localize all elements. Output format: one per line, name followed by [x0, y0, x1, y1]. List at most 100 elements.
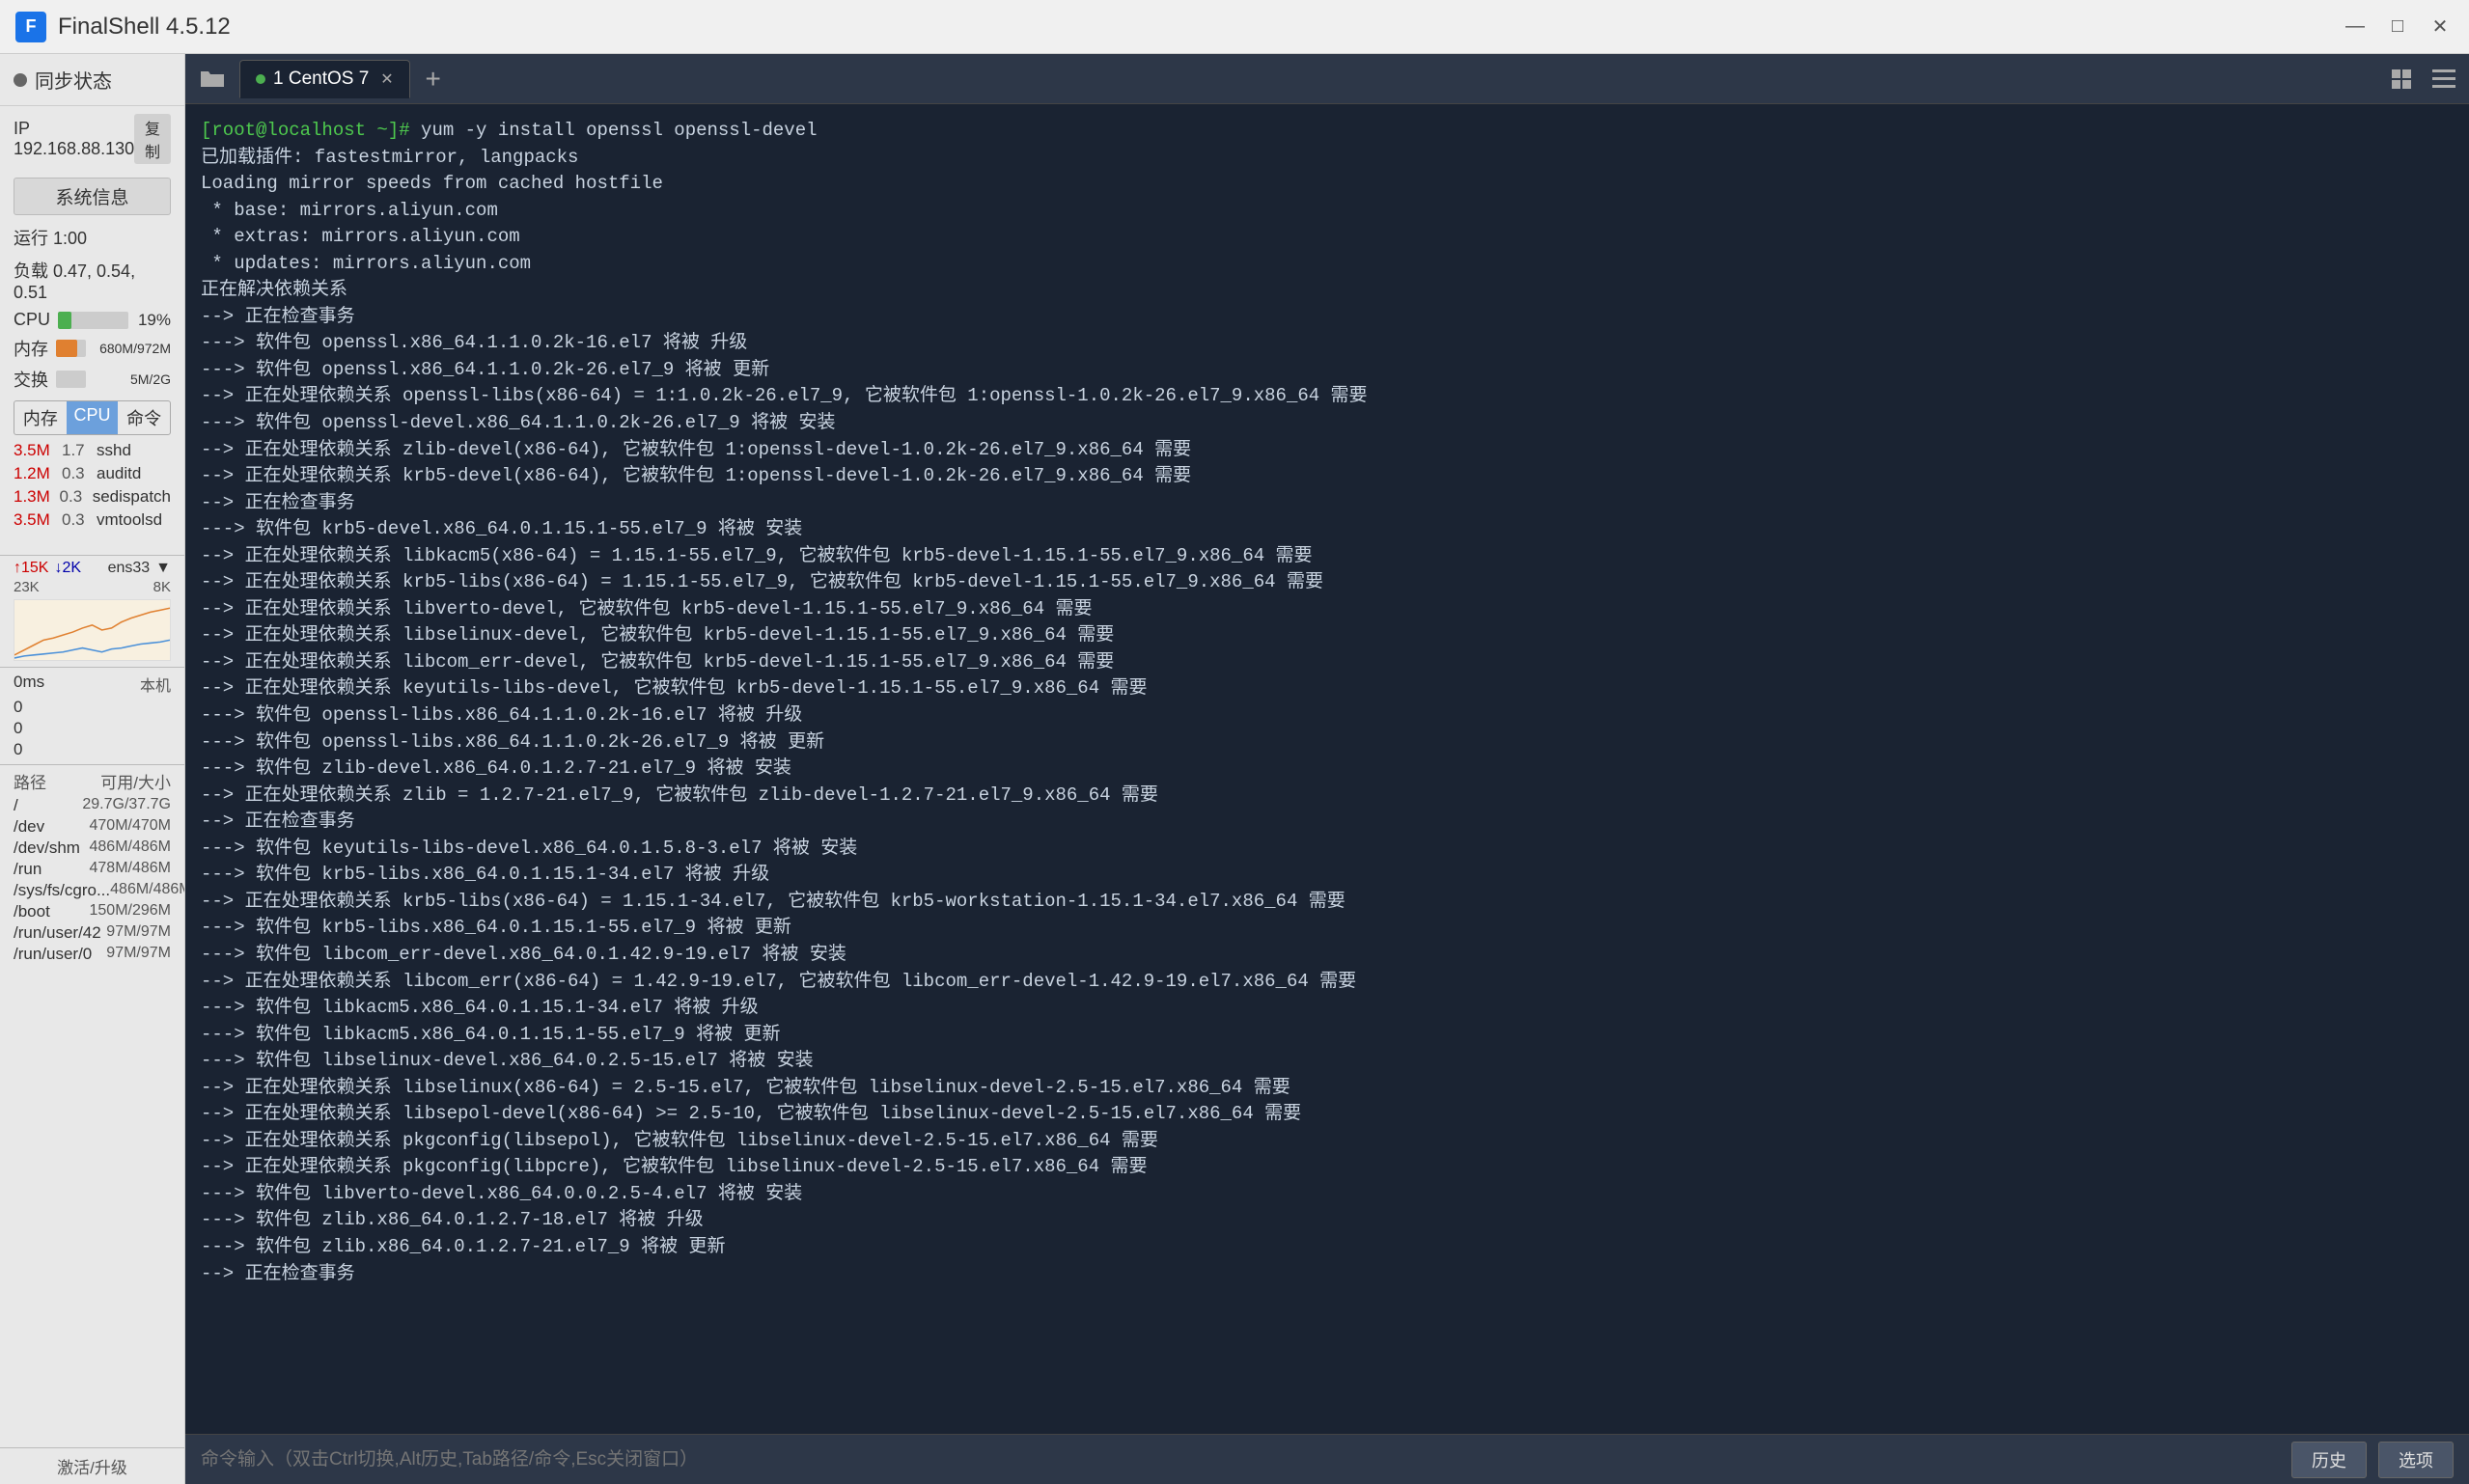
cpu-progress-fill: [58, 312, 71, 329]
memory-progress-fill: [56, 340, 77, 357]
tab-bar: 1 CentOS 7 ✕ +: [185, 54, 2469, 104]
new-tab-button[interactable]: +: [416, 62, 451, 96]
disk-path: /boot: [14, 902, 90, 921]
terminal-line: ---> 软件包 krb5-devel.x86_64.0.1.15.1-55.e…: [201, 518, 802, 539]
terminal-line: ---> 软件包 zlib.x86_64.0.1.2.7-21.el7_9 将被…: [201, 1236, 725, 1257]
disk-section: 路径 可用/大小 / 29.7G/37.7G /dev 470M/470M /d…: [0, 764, 184, 1447]
tab-bar-right: [2384, 62, 2461, 96]
terminal-line: ---> 软件包 openssl-libs.x86_64.1.1.0.2k-16…: [201, 704, 802, 726]
latency-tag: 本机: [140, 673, 171, 696]
net-iface-name: ens33: [108, 560, 151, 577]
terminal-line: --> 正在处理依赖关系 libkacm5(x86-64) = 1.15.1-5…: [201, 545, 1313, 566]
network-header: ↑15K ↓2K ens33 ▼: [14, 560, 171, 577]
terminal-line: * base: mirrors.aliyun.com: [201, 200, 498, 221]
sync-dot: [14, 73, 27, 87]
close-button[interactable]: ✕: [2427, 14, 2454, 41]
disk-size: 478M/486M: [90, 860, 172, 879]
tab-command[interactable]: 命令: [118, 401, 170, 434]
net-max: 23K: [14, 579, 40, 595]
terminal-line: ---> 软件包 openssl.x86_64.1.1.0.2k-16.el7 …: [201, 332, 747, 353]
terminal-line: --> 正在处理依赖关系 krb5-libs(x86-64) = 1.15.1-…: [201, 891, 1345, 912]
minimize-button[interactable]: —: [2342, 14, 2369, 41]
disk-item: /dev/shm 486M/486M: [14, 838, 171, 859]
proc-cpu: 0.3: [62, 510, 97, 530]
bottom-bar: 历史 选项: [185, 1434, 2469, 1484]
terminal-line: --> 正在检查事务: [201, 492, 355, 513]
command-input[interactable]: [201, 1449, 2280, 1470]
disk-item: / 29.7G/37.7G: [14, 795, 171, 816]
terminal-line: --> 正在处理依赖关系 libsepol-devel(x86-64) >= 2…: [201, 1103, 1301, 1124]
right-panel: 1 CentOS 7 ✕ + [ro: [185, 54, 2469, 1484]
terminal-line: ---> 软件包 openssl.x86_64.1.1.0.2k-26.el7_…: [201, 359, 769, 380]
disk-size: 29.7G/37.7G: [82, 796, 171, 815]
terminal-line: ---> 软件包 zlib.x86_64.0.1.2.7-18.el7 将被 升…: [201, 1209, 704, 1230]
disk-path: /run/user/42: [14, 923, 106, 943]
terminal[interactable]: [root@localhost ~]# yum -y install opens…: [185, 104, 2469, 1434]
sidebar-bottom[interactable]: 激活/升级: [0, 1447, 184, 1484]
main-layout: 同步状态 IP 192.168.88.130 复制 系统信息 运行 1:00 负…: [0, 54, 2469, 1484]
titlebar: F FinalShell 4.5.12 — □ ✕: [0, 0, 2469, 54]
maximize-button[interactable]: □: [2384, 14, 2411, 41]
terminal-line: ---> 软件包 keyutils-libs-devel.x86_64.0.1.…: [201, 838, 857, 859]
tab-cpu[interactable]: CPU: [67, 401, 119, 434]
terminal-line: ---> 软件包 openssl-libs.x86_64.1.1.0.2k-26…: [201, 731, 824, 753]
terminal-line: 已加载插件: fastestmirror, langpacks: [201, 147, 578, 168]
cpu-progress-bar: [58, 312, 128, 329]
history-button[interactable]: 历史: [2291, 1442, 2367, 1478]
latency-row: 0ms 本机: [14, 672, 171, 697]
menu-icon[interactable]: [2427, 62, 2461, 96]
latency-zero-rows2: 0: [14, 718, 171, 739]
folder-button[interactable]: [193, 62, 232, 96]
list-item: 3.5M 1.7 sshd: [0, 439, 184, 462]
disk-path: /dev/shm: [14, 838, 90, 858]
terminal-line: --> 正在处理依赖关系 libselinux-devel, 它被软件包 krb…: [201, 624, 1114, 646]
disk-path: /: [14, 796, 82, 815]
latency-section: 0ms 本机 0 0 0: [0, 667, 184, 764]
sidebar: 同步状态 IP 192.168.88.130 复制 系统信息 运行 1:00 负…: [0, 54, 185, 1484]
copy-button[interactable]: 复制: [134, 114, 171, 164]
net-dropdown-icon[interactable]: ▼: [155, 560, 171, 577]
sync-status: 同步状态: [0, 54, 184, 106]
swap-progress-bar: [56, 371, 86, 388]
tab-memory[interactable]: 内存: [14, 401, 67, 434]
tab-label: 1 CentOS 7: [273, 69, 369, 90]
grid-icon[interactable]: [2384, 62, 2419, 96]
runtime-label: 运行 1:00: [0, 221, 184, 254]
terminal-line: --> 正在处理依赖关系 zlib = 1.2.7-21.el7_9, 它被软件…: [201, 784, 1158, 806]
net-mid: 8K: [153, 579, 171, 595]
disk-path: /run: [14, 860, 90, 879]
terminal-line: ---> 软件包 krb5-libs.x86_64.0.1.15.1-34.el…: [201, 864, 769, 885]
disk-header: 路径 可用/大小: [14, 767, 171, 795]
terminal-line: ---> 软件包 libkacm5.x86_64.0.1.15.1-34.el7…: [201, 997, 759, 1018]
disk-item: /boot 150M/296M: [14, 901, 171, 922]
terminal-line: * extras: mirrors.aliyun.com: [201, 226, 520, 247]
latency-zero-rows3: 0: [14, 739, 171, 760]
net-scale: 23K 8K: [14, 577, 171, 597]
disk-size: 150M/296M: [90, 902, 172, 921]
latency-v1: 0: [14, 698, 22, 717]
terminal-line: --> 正在处理依赖关系 libcom_err(x86-64) = 1.42.9…: [201, 971, 1356, 992]
terminal-line: ---> 软件包 openssl-devel.x86_64.1.1.0.2k-2…: [201, 412, 836, 433]
window-controls: — □ ✕: [2342, 14, 2454, 41]
proc-cpu: 1.7: [62, 441, 97, 460]
net-interface: ens33 ▼: [108, 560, 171, 577]
disk-size: 470M/470M: [90, 817, 172, 837]
memory-stat-row: 内存 680M/972M: [0, 333, 184, 364]
terminal-line: --> 正在处理依赖关系 pkgconfig(libsepol), 它被软件包 …: [201, 1130, 1158, 1151]
sysinfo-button[interactable]: 系统信息: [14, 178, 171, 215]
disk-item: /run 478M/486M: [14, 859, 171, 880]
terminal-line: --> 正在处理依赖关系 krb5-devel(x86-64), 它被软件包 1…: [201, 465, 1191, 486]
tab-close-button[interactable]: ✕: [380, 69, 393, 89]
terminal-line: --> 正在处理依赖关系 zlib-devel(x86-64), 它被软件包 1…: [201, 439, 1191, 460]
swap-label: 交换: [14, 367, 48, 392]
list-item: 1.3M 0.3 sedispatch: [0, 485, 184, 508]
latency-v2: 0: [14, 719, 22, 738]
proc-name: sshd: [97, 441, 171, 460]
proc-mem: 1.2M: [14, 464, 62, 483]
terminal-line: --> 正在处理依赖关系 libcom_err-devel, 它被软件包 krb…: [201, 651, 1114, 673]
sync-label: 同步状态: [35, 66, 112, 94]
disk-item: /run/user/42 97M/97M: [14, 922, 171, 944]
options-button[interactable]: 选项: [2378, 1442, 2454, 1478]
disk-col-path: 路径: [14, 769, 46, 793]
tab-centos7[interactable]: 1 CentOS 7 ✕: [239, 60, 410, 98]
